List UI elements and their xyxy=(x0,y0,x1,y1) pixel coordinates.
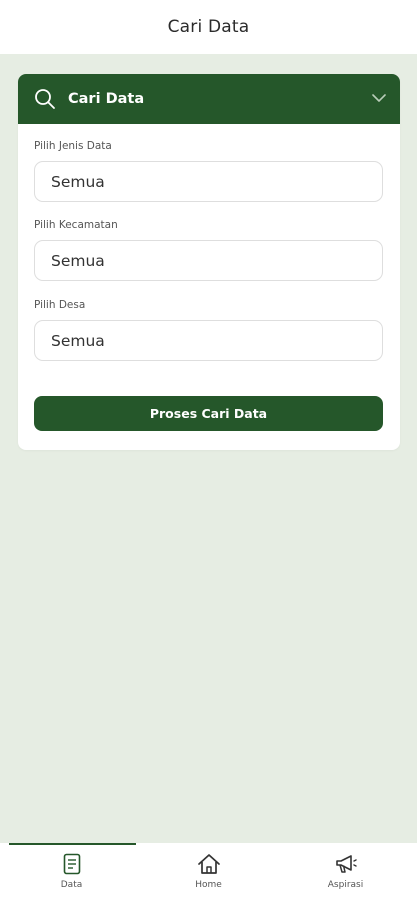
megaphone-icon xyxy=(335,855,357,873)
desa-label: Pilih Desa xyxy=(34,299,86,311)
search-submit-button[interactable]: Proses Cari Data xyxy=(34,396,383,431)
kecamatan-select[interactable]: Semua xyxy=(34,240,383,281)
nav-label-data: Data xyxy=(60,880,83,890)
nav-item-data[interactable]: Data xyxy=(2,843,141,900)
kecamatan-value: Semua xyxy=(51,251,105,270)
home-icon xyxy=(197,854,220,874)
document-icon xyxy=(63,853,80,875)
nav-label-home: Home xyxy=(195,880,222,890)
search-icon xyxy=(35,89,55,109)
jenis-data-label: Pilih Jenis Data xyxy=(34,140,112,152)
app-bar: Cari Data xyxy=(0,0,417,54)
jenis-data-value: Semua xyxy=(51,172,105,191)
bottom-nav: Data Home Aspirasi xyxy=(0,843,417,900)
desa-select[interactable]: Semua xyxy=(34,320,383,361)
nav-item-home[interactable]: Home xyxy=(139,843,278,900)
jenis-data-select[interactable]: Semua xyxy=(34,161,383,202)
nav-item-aspirasi[interactable]: Aspirasi xyxy=(276,843,415,900)
search-card-title: Cari Data xyxy=(68,91,145,107)
chevron-down-icon[interactable] xyxy=(371,92,387,104)
search-card-header[interactable]: Cari Data xyxy=(18,74,400,124)
kecamatan-label: Pilih Kecamatan xyxy=(34,219,118,231)
desa-value: Semua xyxy=(51,331,105,350)
nav-label-aspirasi: Aspirasi xyxy=(327,880,364,890)
page-title: Cari Data xyxy=(167,17,250,37)
search-card: Cari Data Pilih Jenis Data Semua Pilih K… xyxy=(18,74,400,450)
